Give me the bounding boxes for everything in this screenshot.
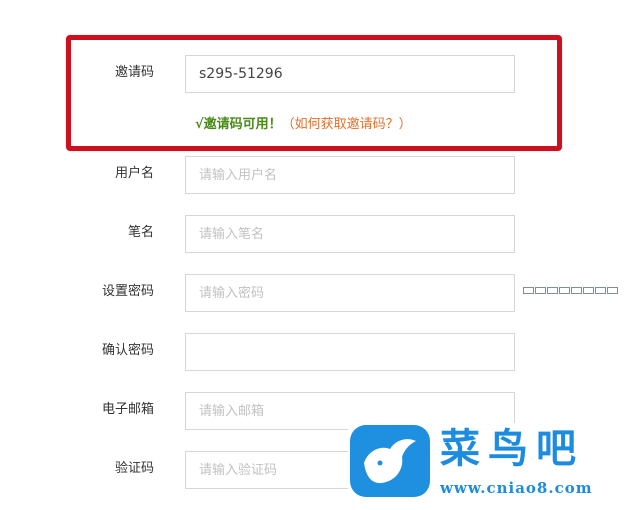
username-input[interactable] — [185, 156, 515, 194]
email-label: 电子邮箱 — [101, 402, 154, 417]
strength-segment — [595, 287, 606, 294]
bird-icon — [350, 425, 430, 497]
confirm-password-input[interactable] — [185, 333, 515, 371]
username-label: 用户名 — [114, 166, 154, 181]
password-input[interactable] — [185, 274, 515, 312]
strength-segment — [571, 287, 582, 294]
strength-segment — [583, 287, 594, 294]
strength-segment — [607, 287, 618, 294]
invite-highlight-box — [66, 35, 562, 151]
invite-label: 邀请码 — [114, 65, 154, 80]
watermark-title: 菜鸟吧 — [440, 425, 584, 472]
password-strength-meter — [523, 287, 618, 294]
invite-help-link[interactable]: （如何获取邀请码？） — [282, 117, 412, 132]
password-label: 设置密码 — [101, 284, 154, 299]
strength-segment — [559, 287, 570, 294]
confirm-password-label: 确认密码 — [101, 343, 154, 358]
watermark-url: www.cniao8.com — [440, 479, 593, 497]
strength-segment — [535, 287, 546, 294]
invite-status: √邀请码可用！（如何获取邀请码？） — [195, 117, 412, 133]
captcha-label: 验证码 — [114, 461, 154, 476]
invite-code-input[interactable] — [185, 55, 515, 93]
strength-segment — [523, 287, 534, 294]
strength-segment — [547, 287, 558, 294]
pen-name-label: 笔名 — [127, 225, 154, 240]
invite-ok-message: √邀请码可用！ — [195, 117, 282, 132]
site-watermark: 菜鸟吧 www.cniao8.com — [348, 423, 630, 510]
pen-name-input[interactable] — [185, 215, 515, 253]
